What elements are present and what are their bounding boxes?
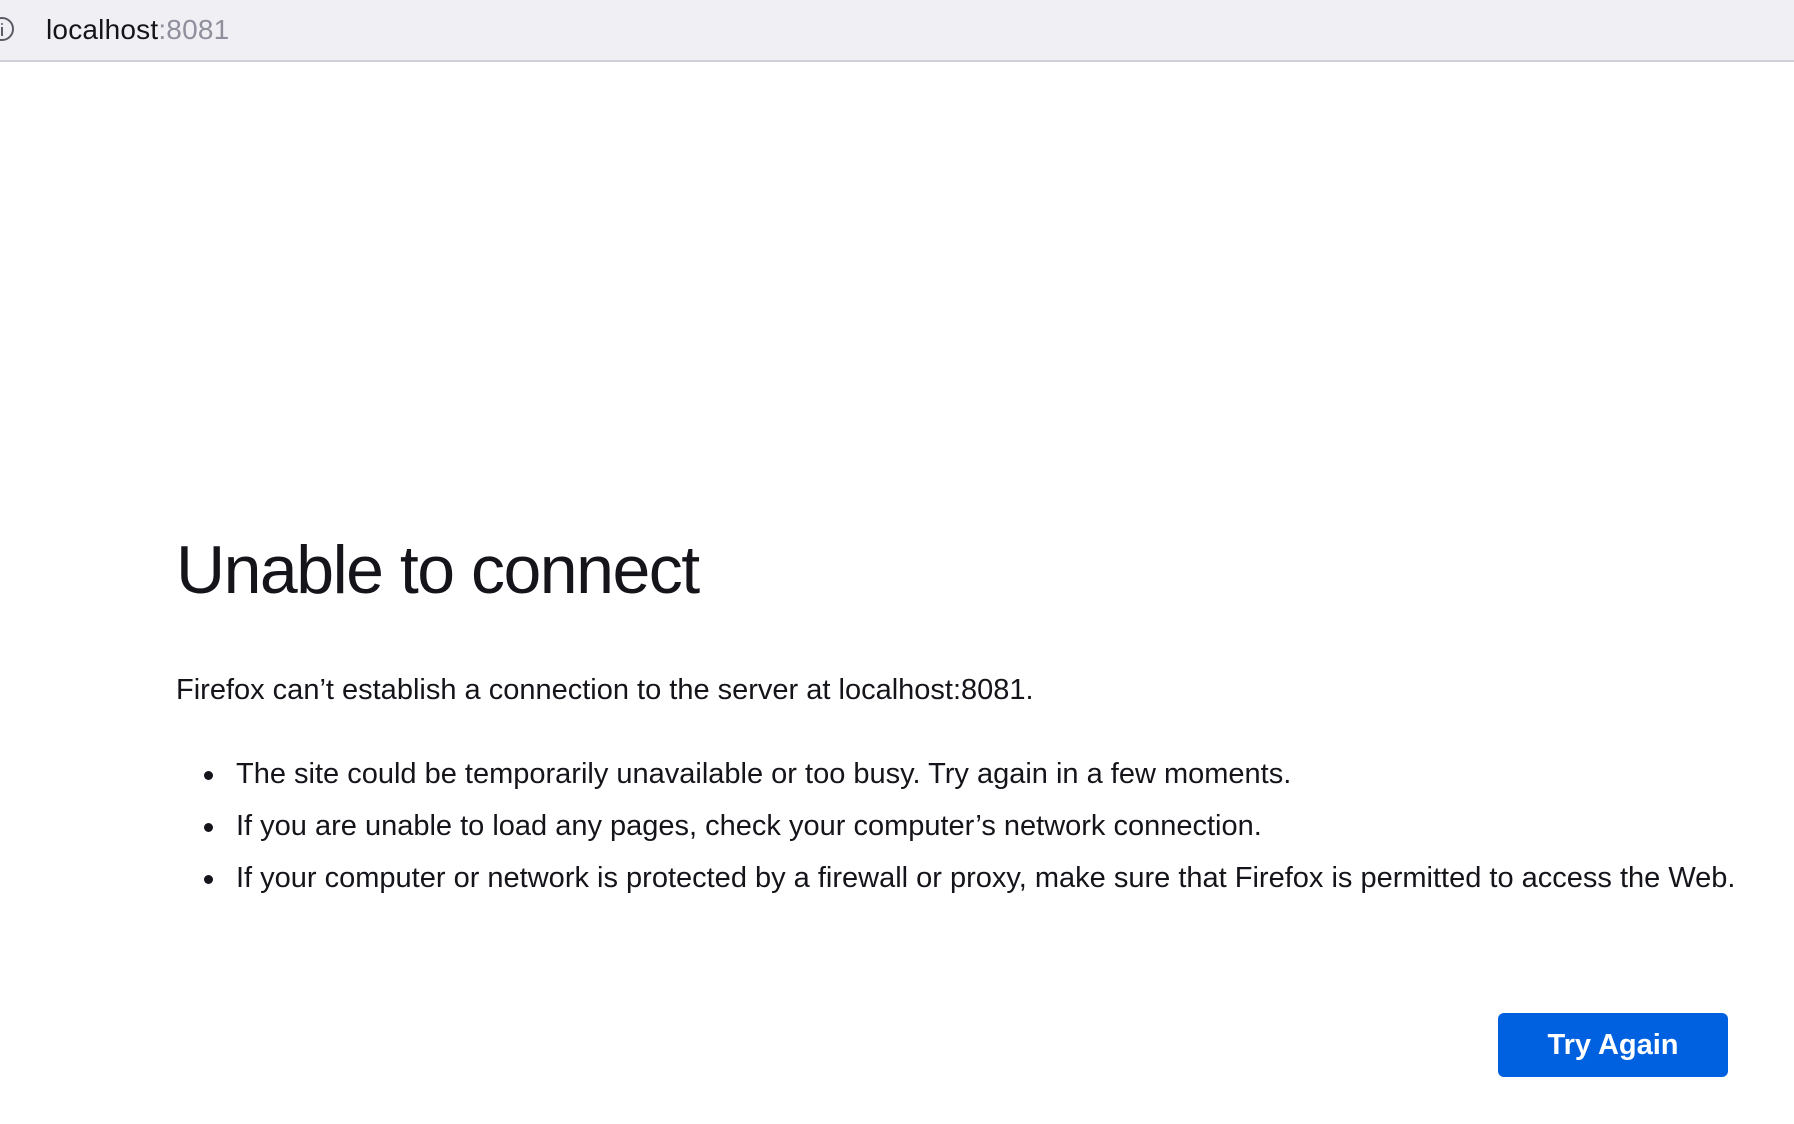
list-item: The site could be temporarily unavailabl… — [204, 756, 1736, 793]
url-host: localhost — [46, 14, 159, 45]
url-port: :8081 — [158, 14, 230, 45]
url-display[interactable]: localhost:8081 — [46, 13, 229, 47]
error-page-content: Unable to connect Firefox can’t establis… — [176, 520, 1736, 912]
address-bar[interactable]: localhost:8081 — [0, 0, 1794, 62]
info-icon[interactable] — [0, 17, 14, 41]
try-again-button[interactable]: Try Again — [1498, 1013, 1728, 1077]
list-item: If you are unable to load any pages, che… — [204, 808, 1736, 845]
reasons-list: The site could be temporarily unavailabl… — [176, 756, 1736, 897]
page-title: Unable to connect — [176, 532, 700, 608]
list-item: If your computer or network is protected… — [204, 860, 1736, 897]
error-description: Firefox can’t establish a connection to … — [176, 674, 1034, 706]
